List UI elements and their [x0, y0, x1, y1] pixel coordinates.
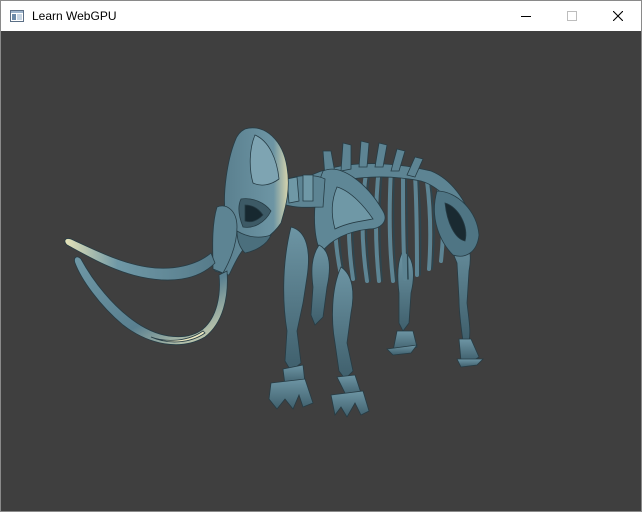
minimize-icon — [521, 16, 531, 17]
fore-leg-near — [268, 226, 314, 410]
window-app-icon — [9, 8, 25, 24]
window-title: Learn WebGPU — [32, 9, 117, 23]
mammoth-skeleton-model — [64, 127, 484, 418]
webgpu-viewport[interactable] — [1, 31, 641, 511]
close-button[interactable] — [595, 1, 641, 31]
window-controls — [503, 1, 641, 31]
close-icon — [613, 11, 623, 21]
minimize-button[interactable] — [503, 1, 549, 31]
maximize-button[interactable] — [549, 1, 595, 31]
app-window: Learn WebGPU — [0, 0, 642, 512]
maximize-icon — [567, 11, 577, 21]
fore-leg-mid — [310, 244, 330, 326]
hind-leg-near — [330, 266, 370, 418]
title-bar[interactable]: Learn WebGPU — [1, 1, 641, 31]
